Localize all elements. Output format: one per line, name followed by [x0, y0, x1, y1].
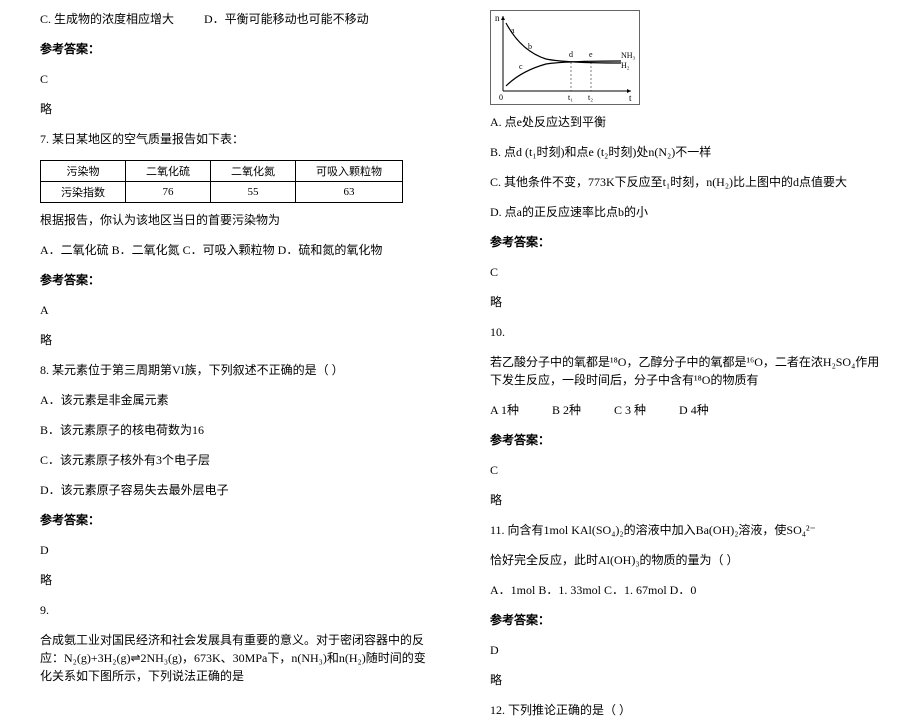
q8-option-c: C．该元素原子核外有3个电子层: [40, 451, 430, 469]
q10-option-b: B 2种: [552, 401, 581, 419]
series-h2: H₂: [621, 61, 630, 70]
q9-option-a: A. 点e处反应达到平衡: [490, 113, 880, 131]
tick-t1: t₁: [568, 93, 573, 102]
q8-answer: D: [40, 541, 430, 559]
q6-option-d: D．平衡可能移动也可能不移动: [204, 12, 369, 26]
point-e: e: [589, 50, 593, 59]
q10-stem: 若乙酸分子中的氧都是¹⁸O，乙醇分子中的氧都是¹⁶O，二者在浓H₂SO₄作用下发…: [490, 353, 880, 389]
q9-option-b: B. 点d (t₁时刻)和点e (t₂时刻)处n(N₂)不一样: [490, 143, 880, 161]
tick-t2: t₂: [588, 93, 593, 102]
table-row: 污染物 二氧化硫 二氧化氮 可吸入颗粒物: [41, 161, 403, 182]
q11-answer: D: [490, 641, 880, 659]
q7-answer: A: [40, 301, 430, 319]
table-cell: 55: [211, 182, 296, 203]
q9-option-d: D. 点a的正反应速率比点b的小: [490, 203, 880, 221]
svg-text:0: 0: [499, 93, 503, 102]
q7-stem: 7. 某日某地区的空气质量报告如下表：: [40, 130, 430, 148]
q9-stem: 合成氨工业对国民经济和社会发展具有重要的意义。对于密闭容器中的反应：N₂(g)+…: [40, 631, 430, 685]
q10-option-c: C 3 种: [614, 401, 646, 419]
q9-number: 9.: [40, 601, 430, 619]
table-row: 污染指数 76 55 63: [41, 182, 403, 203]
q7-stem2: 根据报告，你认为该地区当日的首要污染物为: [40, 211, 430, 229]
q8-stem: 8. 某元素位于第三周期第VI族，下列叙述不正确的是（ ）: [40, 361, 430, 379]
chart-svg: n t a b c d e t₁ t₂ NH₃ H₂ 0: [491, 11, 641, 106]
reference-answer-label: 参考答案：: [40, 271, 430, 289]
q12-stem: 12. 下列推论正确的是（ ）: [490, 701, 880, 719]
point-a: a: [511, 26, 515, 35]
q6-answer: C: [40, 70, 430, 88]
axis-label-y: n: [495, 13, 500, 23]
q9-answer: C: [490, 263, 880, 281]
q7-skip: 略: [40, 331, 430, 349]
reference-answer-label: 参考答案：: [40, 511, 430, 529]
q10-number: 10.: [490, 323, 880, 341]
table-cell: 76: [126, 182, 211, 203]
q10-option-a: A 1种: [490, 401, 519, 419]
table-header: 可吸入颗粒物: [296, 161, 403, 182]
q8-option-a: A．该元素是非金属元素: [40, 391, 430, 409]
q11-stem-line2: 恰好完全反应，此时Al(OH)₃的物质的量为（ ）: [490, 551, 880, 569]
q7-options: A．二氧化硫 B．二氧化氮 C．可吸入颗粒物 D．硫和氮的氧化物: [40, 241, 430, 259]
q10-options: A 1种 B 2种 C 3 种 D 4种: [490, 401, 880, 419]
q11-skip: 略: [490, 671, 880, 689]
table-cell: 污染指数: [41, 182, 126, 203]
point-c: c: [519, 62, 523, 71]
q10-answer: C: [490, 461, 880, 479]
q8-skip: 略: [40, 571, 430, 589]
axis-label-x: t: [629, 93, 632, 103]
reference-answer-label: 参考答案：: [490, 431, 880, 449]
reference-answer-label: 参考答案：: [490, 611, 880, 629]
q11-stem-line1: 11. 向含有1mol KAl(SO₄)₂的溶液中加入Ba(OH)₂溶液，使SO…: [490, 521, 880, 539]
q10-option-d: D 4种: [679, 401, 709, 419]
q8-option-d: D．该元素原子容易失去最外层电子: [40, 481, 430, 499]
series-nh3: NH₃: [621, 51, 636, 60]
reference-answer-label: 参考答案：: [40, 40, 430, 58]
q6-skip: 略: [40, 100, 430, 118]
table-header: 污染物: [41, 161, 126, 182]
point-b: b: [528, 42, 532, 51]
q8-option-b: B．该元素原子的核电荷数为16: [40, 421, 430, 439]
q9-option-c: C. 其他条件不变，773K下反应至t₁时刻，n(H₂)比上图中的d点值要大: [490, 173, 880, 191]
q11-options: A．1mol B．1. 33mol C．1. 67mol D．0: [490, 581, 880, 599]
q6-option-c: C. 生成物的浓度相应增大: [40, 12, 174, 26]
q7-table: 污染物 二氧化硫 二氧化氮 可吸入颗粒物 污染指数 76 55 63: [40, 160, 403, 203]
q6-options: C. 生成物的浓度相应增大 D．平衡可能移动也可能不移动: [40, 10, 430, 28]
table-header: 二氧化氮: [211, 161, 296, 182]
table-cell: 63: [296, 182, 403, 203]
point-d: d: [569, 50, 573, 59]
q10-skip: 略: [490, 491, 880, 509]
q9-skip: 略: [490, 293, 880, 311]
table-header: 二氧化硫: [126, 161, 211, 182]
reference-answer-label: 参考答案：: [490, 233, 880, 251]
q9-chart: n t a b c d e t₁ t₂ NH₃ H₂ 0: [490, 10, 640, 105]
